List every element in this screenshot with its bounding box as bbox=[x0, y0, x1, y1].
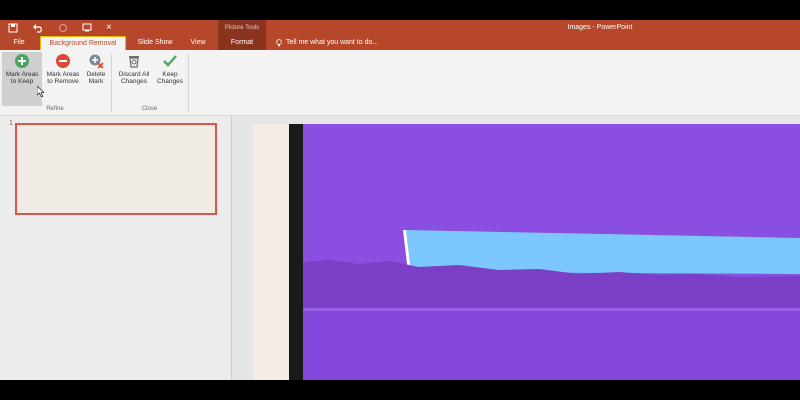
tab-format[interactable]: Format bbox=[218, 36, 266, 50]
ribbon-tabs: File Background Removal Slide Show View … bbox=[0, 36, 800, 50]
keep-changes-label: Keep Changes bbox=[156, 71, 184, 85]
delete-mark-button[interactable]: Delete Mark bbox=[84, 52, 108, 106]
close-group-label: Close bbox=[141, 106, 158, 112]
customize-icon[interactable] bbox=[82, 23, 92, 33]
mark-remove-label: Mark Areas to Remove bbox=[46, 71, 80, 85]
slide-number: 1 bbox=[9, 120, 13, 127]
powerpoint-window: × Picture Tools Images - PowerPoint File… bbox=[0, 20, 800, 380]
trash-icon bbox=[129, 56, 139, 68]
tab-slide-show[interactable]: Slide Show bbox=[133, 36, 177, 50]
tell-me-box[interactable]: Tell me what you want to do... bbox=[275, 36, 378, 50]
undo-icon[interactable] bbox=[32, 23, 44, 33]
redo-icon bbox=[59, 24, 67, 32]
save-icon[interactable] bbox=[8, 23, 18, 33]
discard-label: Discard All Changes bbox=[118, 71, 150, 85]
group-separator bbox=[188, 54, 189, 112]
slide-editing-area bbox=[233, 116, 800, 380]
minus-circle-icon bbox=[56, 54, 70, 68]
slide-thumbnail-pane: 1 bbox=[0, 116, 232, 380]
mark-keep-label: Mark Areas to Keep bbox=[5, 71, 39, 85]
letterbox-top bbox=[0, 0, 800, 20]
qat-close-icon[interactable]: × bbox=[106, 22, 112, 34]
plus-circle-icon bbox=[15, 54, 29, 68]
slide-thumbnail[interactable] bbox=[15, 123, 217, 215]
refine-group-label: Refine bbox=[46, 106, 64, 112]
window-title: Images - PowerPoint bbox=[567, 24, 633, 31]
lightbulb-icon bbox=[276, 39, 282, 47]
mouse-cursor-icon bbox=[37, 86, 45, 97]
keep-changes-button[interactable]: Keep Changes bbox=[155, 52, 185, 106]
delete-mark-icon bbox=[89, 54, 104, 69]
tab-background-removal[interactable]: Background Removal bbox=[40, 36, 126, 50]
title-bar: × Picture Tools Images - PowerPoint bbox=[0, 20, 800, 36]
workspace: 1 bbox=[0, 116, 800, 380]
tab-view[interactable]: View bbox=[185, 36, 211, 50]
group-separator bbox=[111, 54, 112, 112]
slide-canvas bbox=[253, 124, 800, 380]
discard-all-changes-button[interactable]: Discard All Changes bbox=[114, 52, 154, 106]
background-removal-picture[interactable] bbox=[289, 124, 800, 380]
delete-mark-label: Delete Mark bbox=[86, 71, 106, 85]
mark-areas-to-remove-button[interactable]: Mark Areas to Remove bbox=[43, 52, 83, 106]
checkmark-icon bbox=[163, 55, 177, 67]
letterbox-bottom bbox=[0, 380, 800, 400]
ribbon: Mark Areas to Keep Mark Areas to Remove … bbox=[0, 50, 800, 116]
quick-access-toolbar: × bbox=[8, 22, 112, 34]
tell-me-text: Tell me what you want to do... bbox=[286, 39, 379, 46]
mark-areas-to-keep-button[interactable]: Mark Areas to Keep bbox=[2, 52, 42, 106]
context-group-label: Picture Tools bbox=[218, 20, 266, 36]
tab-file[interactable]: File bbox=[6, 36, 32, 50]
